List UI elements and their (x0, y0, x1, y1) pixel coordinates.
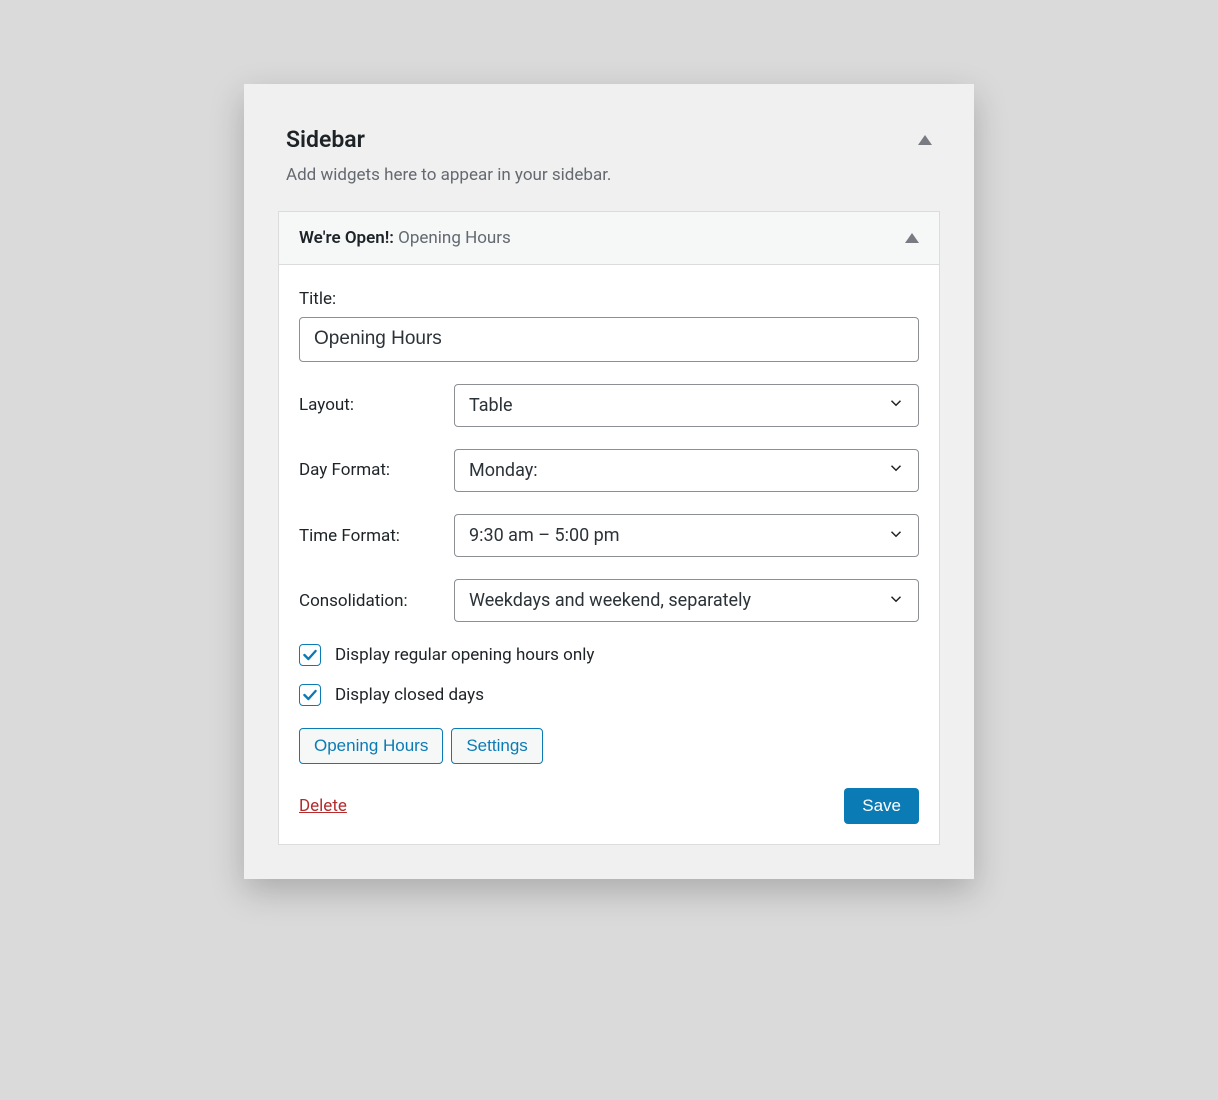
settings-button[interactable]: Settings (451, 728, 542, 764)
widget-name: We're Open!: (299, 228, 398, 248)
widget-title-group: We're Open!: Opening Hours (299, 228, 511, 248)
button-row: Opening Hours Settings (299, 728, 919, 764)
widget-header[interactable]: We're Open!: Opening Hours (279, 212, 939, 265)
closed-days-checkbox[interactable] (299, 684, 321, 706)
consolidation-label: Consolidation: (299, 591, 454, 611)
day-format-select[interactable]: Monday: (454, 449, 919, 492)
day-format-select-wrapper: Monday: (454, 449, 919, 492)
layout-select[interactable]: Table (454, 384, 919, 427)
regular-only-label: Display regular opening hours only (335, 645, 594, 665)
opening-hours-button[interactable]: Opening Hours (299, 728, 443, 764)
widget-box: We're Open!: Opening Hours Title: Layout… (278, 211, 940, 845)
regular-only-checkbox[interactable] (299, 644, 321, 666)
time-format-select[interactable]: 9:30 am – 5:00 pm (454, 514, 919, 557)
collapse-widget-icon[interactable] (905, 233, 919, 243)
sidebar-header: Sidebar Add widgets here to appear in yo… (278, 126, 940, 203)
day-format-row: Day Format: Monday: (299, 449, 919, 492)
closed-days-checkbox-row[interactable]: Display closed days (299, 684, 919, 706)
sidebar-title-row: Sidebar (286, 126, 932, 153)
layout-label: Layout: (299, 395, 454, 415)
consolidation-select-wrapper: Weekdays and weekend, separately (454, 579, 919, 622)
time-format-row: Time Format: 9:30 am – 5:00 pm (299, 514, 919, 557)
title-input[interactable] (299, 317, 919, 362)
sidebar-description: Add widgets here to appear in your sideb… (286, 165, 932, 185)
sidebar-title: Sidebar (286, 126, 365, 153)
layout-row: Layout: Table (299, 384, 919, 427)
layout-select-wrapper: Table (454, 384, 919, 427)
footer-row: Delete Save (299, 788, 919, 824)
title-label: Title: (299, 289, 919, 309)
collapse-sidebar-icon[interactable] (918, 135, 932, 145)
consolidation-select[interactable]: Weekdays and weekend, separately (454, 579, 919, 622)
time-format-select-wrapper: 9:30 am – 5:00 pm (454, 514, 919, 557)
widget-body: Title: Layout: Table Day Format: Monday: (279, 265, 939, 844)
closed-days-label: Display closed days (335, 685, 484, 705)
save-button[interactable]: Save (844, 788, 919, 824)
delete-link[interactable]: Delete (299, 796, 347, 816)
consolidation-row: Consolidation: Weekdays and weekend, sep… (299, 579, 919, 622)
time-format-label: Time Format: (299, 526, 454, 546)
regular-only-checkbox-row[interactable]: Display regular opening hours only (299, 644, 919, 666)
widget-subtitle: Opening Hours (398, 228, 511, 248)
widgets-panel: Sidebar Add widgets here to appear in yo… (244, 84, 974, 879)
day-format-label: Day Format: (299, 460, 454, 480)
